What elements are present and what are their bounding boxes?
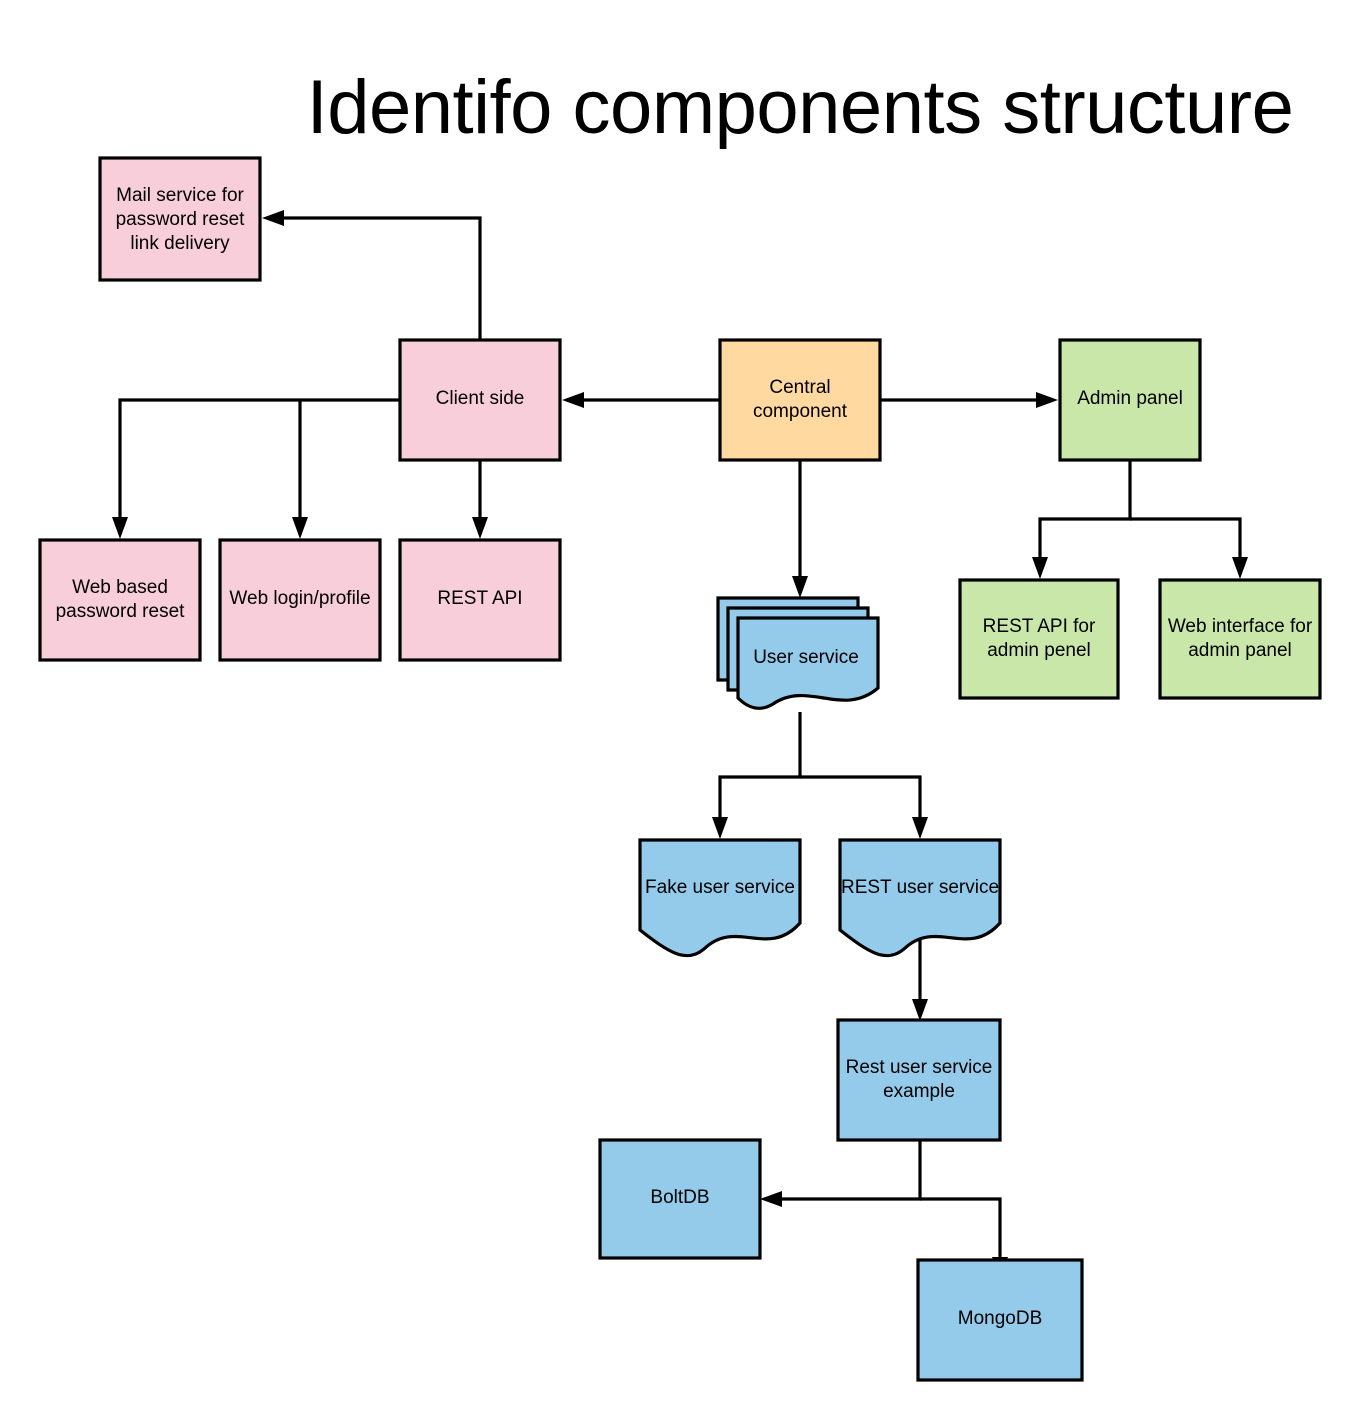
node-boltdb-label-1: BoltDB bbox=[650, 1187, 709, 1208]
node-boltdb[interactable]: BoltDB bbox=[598, 1138, 762, 1260]
edge-admin-panel-to-rest-api-for-admin-panel bbox=[1032, 460, 1132, 579]
arrowhead-icon bbox=[1232, 557, 1248, 579]
node-mail-service-label-2: password reset bbox=[116, 209, 246, 230]
node-fake-user-service[interactable]: Fake user service bbox=[638, 838, 802, 958]
edge-rest-user-service-to-rest-user-service-example bbox=[912, 930, 928, 1021]
node-central-component-label-1: Central bbox=[769, 377, 830, 398]
node-fake-user-service-label-1: Fake user service bbox=[645, 877, 795, 898]
arrowhead-icon bbox=[792, 576, 808, 598]
node-web-based-password-reset-label-1: Web based bbox=[72, 577, 168, 598]
node-rest-api-for-admin-panel-label-2: admin penel bbox=[987, 640, 1091, 661]
edge-central-component-to-client-side bbox=[562, 392, 720, 408]
node-central-component-shape[interactable] bbox=[718, 338, 882, 462]
edge-client-side-to-mail-service bbox=[262, 210, 482, 340]
node-rest-user-service-example-label-2: example bbox=[883, 1081, 955, 1102]
edge-rest-user-service-example-to-boltdb bbox=[760, 1140, 922, 1207]
edge-central-component-to-admin-panel bbox=[880, 392, 1058, 408]
arrowhead-icon bbox=[562, 392, 584, 408]
arrowhead-icon bbox=[472, 517, 488, 539]
node-rest-api-for-admin-panel-label-1: REST API for bbox=[983, 616, 1096, 637]
node-web-based-password-reset[interactable]: Web based password reset bbox=[38, 538, 202, 662]
edge-client-side-to-web-based-password-reset bbox=[112, 398, 400, 539]
node-web-based-password-reset-shape[interactable] bbox=[38, 538, 202, 662]
node-web-interface-for-admin-panel-label-2: admin panel bbox=[1188, 640, 1292, 661]
arrowhead-icon bbox=[112, 517, 128, 539]
node-web-login-profile-label-1: Web login/profile bbox=[229, 588, 370, 609]
node-mongodb-label-1: MongoDB bbox=[958, 1308, 1043, 1329]
node-rest-user-service[interactable]: REST user service bbox=[838, 838, 1002, 958]
arrowhead-icon bbox=[760, 1191, 782, 1207]
node-rest-user-service-label-1: REST user service bbox=[841, 877, 999, 898]
diagram-canvas: Identifo components structure Mail servi… bbox=[0, 0, 1360, 1420]
arrowhead-icon bbox=[912, 817, 928, 839]
arrowhead-icon bbox=[262, 210, 284, 226]
page-title: Identifo components structure bbox=[307, 65, 1294, 150]
node-web-login-profile[interactable]: Web login/profile bbox=[218, 538, 382, 662]
node-client-side-label-1: Client side bbox=[436, 388, 525, 409]
node-rest-user-service-example-shape[interactable] bbox=[836, 1018, 1002, 1142]
node-mail-service-label-3: link delivery bbox=[130, 233, 230, 254]
node-central-component[interactable]: Central component bbox=[718, 338, 882, 462]
node-admin-panel[interactable]: Admin panel bbox=[1058, 338, 1202, 462]
arrowhead-icon bbox=[1032, 557, 1048, 579]
node-client-side[interactable]: Client side bbox=[398, 338, 562, 462]
node-rest-api-for-admin-panel-shape[interactable] bbox=[958, 578, 1120, 700]
node-user-service[interactable]: User service bbox=[716, 596, 880, 710]
node-rest-api[interactable]: REST API bbox=[398, 538, 562, 662]
node-rest-api-for-admin-panel[interactable]: REST API for admin penel bbox=[958, 578, 1120, 700]
edge-user-service-to-rest-user-service bbox=[800, 775, 928, 839]
node-mail-service[interactable]: Mail service for password reset link del… bbox=[98, 156, 262, 282]
edge-user-service-to-fake-user-service bbox=[712, 712, 802, 839]
edge-admin-panel-to-web-interface-for-admin-panel bbox=[1130, 517, 1248, 579]
node-rest-user-service-example[interactable]: Rest user service example bbox=[836, 1018, 1002, 1142]
node-mongodb[interactable]: MongoDB bbox=[916, 1258, 1084, 1382]
edge-client-side-to-rest-api bbox=[472, 460, 488, 539]
node-user-service-label-1: User service bbox=[753, 647, 859, 668]
edge-client-side-to-web-login-profile bbox=[292, 400, 308, 539]
arrowhead-icon bbox=[1036, 392, 1058, 408]
node-web-interface-for-admin-panel-label-1: Web interface for bbox=[1168, 616, 1313, 637]
node-rest-user-service-example-label-1: Rest user service bbox=[846, 1057, 993, 1078]
arrowhead-icon bbox=[292, 517, 308, 539]
node-web-interface-for-admin-panel-shape[interactable] bbox=[1158, 578, 1322, 700]
node-central-component-label-2: component bbox=[753, 401, 848, 422]
node-rest-api-label-1: REST API bbox=[437, 588, 522, 609]
arrowhead-icon bbox=[912, 999, 928, 1021]
node-admin-panel-label-1: Admin panel bbox=[1077, 388, 1183, 409]
edge-central-component-to-user-service bbox=[792, 460, 808, 598]
node-mail-service-label-1: Mail service for bbox=[116, 185, 244, 206]
arrowhead-icon bbox=[712, 817, 728, 839]
node-web-interface-for-admin-panel[interactable]: Web interface for admin panel bbox=[1158, 578, 1322, 700]
node-web-based-password-reset-label-2: password reset bbox=[56, 601, 186, 622]
